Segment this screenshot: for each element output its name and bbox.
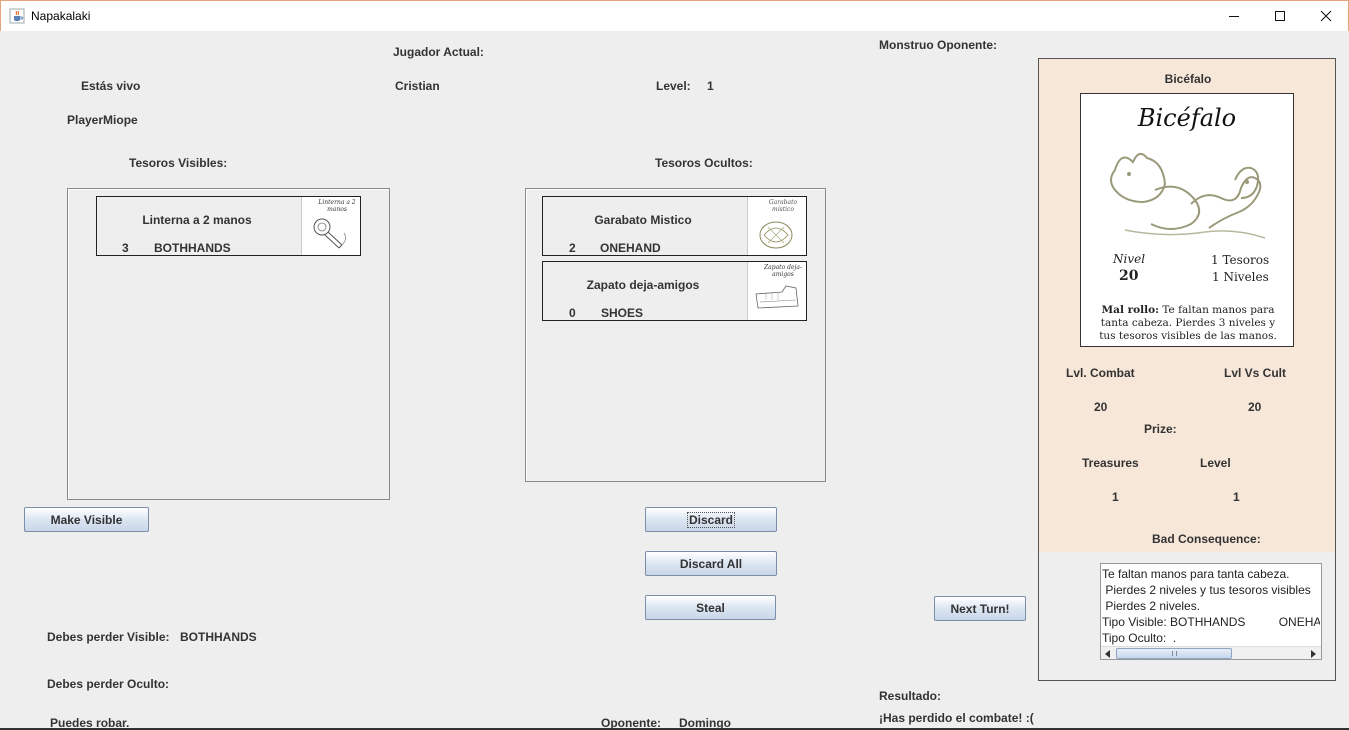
visible-treasures-label: Tesoros Visibles: [129,156,228,170]
treasure-card[interactable]: Garabato Mistico 2 ONEHAND Garabato míst… [542,196,807,256]
monster-card-level: 20 [1119,268,1139,284]
treasure-name: Linterna a 2 manos [142,213,252,227]
bad-consequence-label: Bad Consequence: [1152,532,1261,546]
player-level: 1 [707,79,714,93]
treasure-image: Garabato místico [747,197,806,255]
treasure-bonus: 2 [569,241,576,255]
treasure-type: ONEHAND [600,241,661,255]
maximize-icon [1275,11,1285,21]
shoe-icon [755,285,799,309]
discard-all-button[interactable]: Discard All [645,551,777,576]
close-button[interactable] [1303,1,1349,31]
result-text: ¡Has perdido el combate! :( [879,711,1034,725]
combat-level-label: Lvl. Combat [1066,366,1135,380]
treasure-name: Zapato deja-amigos [586,278,700,292]
prize-label: Prize: [1144,422,1177,436]
close-icon [1320,10,1332,22]
must-lose-visible-value: BOTHHANDS [180,630,257,644]
monster-illustration [1110,152,1266,239]
garabato-icon [759,221,793,249]
next-turn-button[interactable]: Next Turn! [934,596,1026,621]
player-name: Cristian [395,79,440,93]
discard-button-label: Discard [686,511,736,528]
treasure-card[interactable]: Linterna a 2 manos 3 BOTHHANDS Linterna … [96,196,361,256]
current-player-label: Jugador Actual: [393,45,484,59]
treasure-image-caption: Zapato deja-amigos [764,264,802,278]
bad-consequence-text[interactable]: Te faltan manos para tanta cabeza. Pierd… [1100,563,1322,660]
bad-consequence-area: Te faltan manos para tanta cabeza. Pierd… [1039,552,1335,680]
title-bar: Napakalaki [0,0,1349,31]
opponent-monster-label: Monstruo Oponente: [879,38,997,52]
treasure-type: SHOES [601,306,644,320]
flashlight-icon [313,218,346,249]
monster-level-word: Nivel [1113,252,1146,266]
scroll-right-button[interactable] [1307,648,1319,659]
discard-button[interactable]: Discard [645,507,777,532]
arrow-right-icon [1311,649,1316,658]
maximize-button[interactable] [1257,1,1303,31]
must-lose-hidden-label: Debes perder Oculto: [47,677,170,691]
treasure-card[interactable]: Zapato deja-amigos 0 SHOES Zapato deja-a… [542,261,807,321]
treasure-image: Zapato deja-amigos [747,262,806,320]
treasure-type: BOTHHANDS [154,241,231,255]
player-type: PlayerMiope [67,113,138,127]
bad-consequence-line: Tipo Visible: BOTHHANDS ONEHAND [1102,615,1320,629]
monster-panel: Bicéfalo Bicéfalo Nivel 20 1 Tesoros 1 N… [1038,58,1336,681]
hidden-treasures-label: Tesoros Ocultos: [655,156,753,170]
bad-consequence-line: Tipo Oculto: . [1102,631,1177,645]
steal-button[interactable]: Steal [645,595,776,620]
monster-card-levels: 1 Niveles [1212,270,1269,284]
monster-card-bad-text: Mal rollo: Te faltan manos para tanta ca… [1091,304,1285,343]
level-label: Level: [656,79,691,93]
bad-consequence-lines: Te faltan manos para tanta cabeza. Pierd… [1102,566,1320,646]
window-title: Napakalaki [31,9,91,23]
monster-card-bad-title: Mal rollo: [1101,304,1159,316]
combat-level-value: 20 [1094,400,1108,414]
hidden-treasures-panel: Garabato Mistico 2 ONEHAND Garabato míst… [525,188,826,482]
player-status: Estás vivo [81,79,141,93]
horizontal-scrollbar[interactable] [1101,646,1321,659]
treasure-bonus: 3 [122,241,129,255]
minimize-button[interactable] [1211,1,1257,31]
treasure-image-caption: Linterna a 2 manos [318,199,356,213]
make-visible-button[interactable]: Make Visible [24,507,149,532]
bad-consequence-line: Pierdes 2 niveles y tus tesoros visibles [1102,583,1311,597]
visible-treasures-panel: Linterna a 2 manos 3 BOTHHANDS Linterna … [67,188,390,500]
vs-cult-level-value: 20 [1248,400,1262,414]
vs-cult-level-label: Lvl Vs Cult [1224,366,1287,380]
bad-consequence-line: Te faltan manos para tanta cabeza. [1102,567,1290,581]
treasure-image-caption: Garabato místico [768,199,798,213]
arrow-left-icon [1105,649,1110,658]
must-lose-visible-label: Debes perder Visible: [47,630,170,644]
result-label: Resultado: [879,689,942,703]
treasure-bonus: 0 [569,306,576,320]
bad-consequence-line: Pierdes 2 niveles. [1102,599,1201,613]
monster-card-title: Bicéfalo [1137,104,1237,132]
monster-card-treasures: 1 Tesoros [1211,253,1270,267]
treasure-name: Garabato Mistico [594,213,692,227]
java-cup-icon [9,8,25,24]
treasure-image: Linterna a 2 manos [301,197,360,255]
scroll-left-button[interactable] [1102,648,1114,659]
monster-name: Bicéfalo [1164,72,1212,86]
prize-level-value: 1 [1233,490,1240,504]
monster-card: Bicéfalo Nivel 20 1 Tesoros 1 Niveles Ma… [1080,93,1294,347]
minimize-icon [1229,16,1239,17]
scroll-thumb[interactable] [1116,648,1232,659]
prize-treasures-value: 1 [1112,490,1119,504]
prize-level-label: Level [1200,456,1231,470]
prize-treasures-label: Treasures [1082,456,1139,470]
